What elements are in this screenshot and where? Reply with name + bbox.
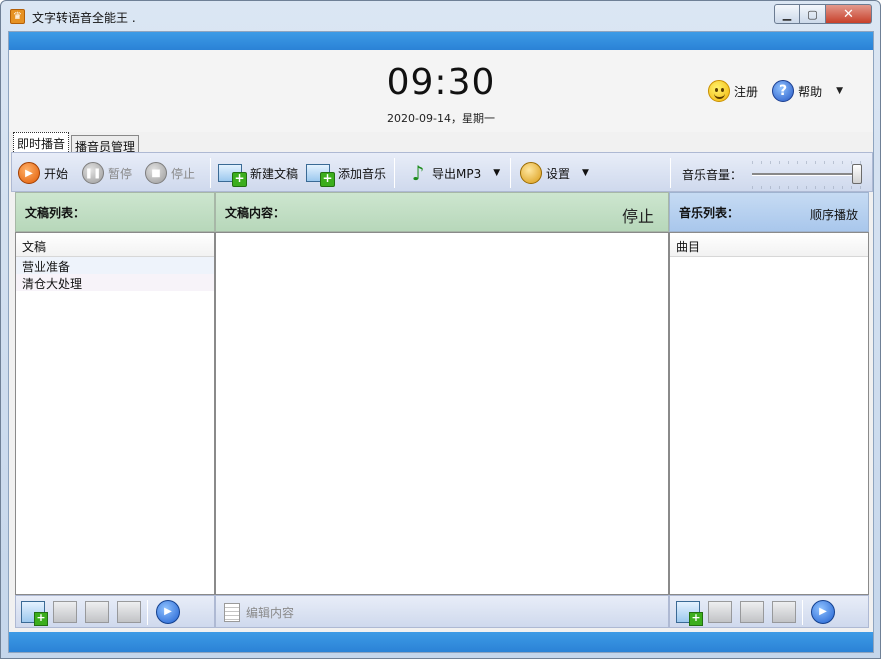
bottom-accent-strip <box>9 632 873 652</box>
tab-live-broadcast[interactable]: 即时播音 <box>13 132 70 152</box>
doc-list: 文稿 营业准备 清仓大处理 <box>15 232 215 595</box>
date-display: 2020-09-14，星期一 <box>387 112 495 125</box>
window-title: 文字转语音全能王 . <box>32 11 136 25</box>
tab-announcer-management[interactable]: 播音员管理 <box>71 135 140 154</box>
header: 09:30 2020-09-14，星期一 注册 ? 帮助 ▼ <box>9 50 873 132</box>
minimize-button[interactable]: ▁ <box>774 4 800 24</box>
crown-icon: ♛ <box>10 9 25 24</box>
help-button[interactable]: ? 帮助 ▼ <box>772 80 843 102</box>
music-list-header: 音乐列表： 顺序播放 <box>669 192 869 232</box>
play-mode-label[interactable]: 顺序播放 <box>810 206 858 223</box>
client-area: 09:30 2020-09-14，星期一 注册 ? 帮助 ▼ 即时播音 播音员管… <box>8 31 874 653</box>
maximize-button[interactable]: ▢ <box>800 4 826 24</box>
edit-content-label: 编辑内容 <box>246 606 295 620</box>
pause-button[interactable]: ❚❚ 暂停 <box>82 162 132 184</box>
playback-status: 停止 <box>621 207 654 226</box>
add-doc-icon[interactable] <box>21 601 48 626</box>
music-list: 曲目 <box>669 232 869 595</box>
list-item[interactable]: 营业准备 <box>16 257 214 274</box>
toolbar-divider <box>670 158 671 188</box>
doc-content-footer: 编辑内容 <box>215 595 669 628</box>
start-button[interactable]: ▶ 开始 <box>18 162 68 184</box>
list-item[interactable]: 清仓大处理 <box>16 274 214 291</box>
footer-divider <box>147 600 148 625</box>
main-toolbar: ▶ 开始 ❚❚ 暂停 ■ 停止 新建文稿 添加音乐 ♪ <box>11 152 873 192</box>
move-down-icon[interactable] <box>117 601 141 623</box>
settings-label: 设置 <box>546 166 571 181</box>
footer-divider <box>802 600 803 625</box>
toolbar-divider <box>394 158 395 188</box>
add-music-icon[interactable] <box>676 601 703 626</box>
stop-label: 停止 <box>171 166 196 181</box>
stop-button[interactable]: ■ 停止 <box>145 162 195 184</box>
doc-content-header: 文稿内容： 停止 <box>215 192 669 232</box>
start-label: 开始 <box>44 166 69 181</box>
close-button[interactable]: ✕ <box>826 4 872 24</box>
doc-list-column-header[interactable]: 文稿 <box>16 233 214 257</box>
doc-content-area[interactable] <box>215 232 669 595</box>
pause-icon: ❚❚ <box>82 162 104 184</box>
pause-label: 暂停 <box>108 166 133 181</box>
move-up-icon[interactable] <box>740 601 764 623</box>
settings-icon <box>520 162 542 184</box>
volume-slider-thumb[interactable] <box>852 164 862 184</box>
smiley-icon <box>708 80 731 102</box>
register-button[interactable]: 注册 <box>708 80 758 102</box>
play-icon[interactable]: ▶ <box>811 600 835 624</box>
music-note-icon: ♪ <box>411 161 425 185</box>
tab-bar: 即时播音 播音员管理 <box>13 132 141 154</box>
add-music-label: 添加音乐 <box>338 166 387 181</box>
delete-music-icon[interactable] <box>708 601 732 623</box>
toolbar-divider <box>210 158 211 188</box>
maximize-icon: ▢ <box>807 7 818 21</box>
move-down-icon[interactable] <box>772 601 796 623</box>
music-list-title: 音乐列表： <box>679 205 740 220</box>
export-label: 导出MP3 <box>432 166 482 181</box>
volume-slider-track[interactable] <box>752 173 862 176</box>
chevron-down-icon[interactable]: ▼ <box>582 168 589 178</box>
new-document-icon <box>218 164 247 187</box>
doc-list-header: 文稿列表： <box>15 192 215 232</box>
top-accent-strip <box>9 32 873 50</box>
play-icon[interactable]: ▶ <box>156 600 180 624</box>
music-list-column-header[interactable]: 曲目 <box>670 233 868 257</box>
export-mp3-button[interactable]: ♪ 导出MP3 ▼ <box>408 161 501 185</box>
play-icon: ▶ <box>18 162 40 184</box>
chevron-down-icon[interactable]: ▼ <box>493 168 500 178</box>
edit-content-button[interactable]: 编辑内容 <box>224 603 294 622</box>
window-controls: ▁ ▢ ✕ <box>774 4 872 24</box>
add-music-icon <box>306 164 335 187</box>
help-icon: ? <box>772 80 795 102</box>
new-doc-label: 新建文稿 <box>250 166 299 181</box>
help-label: 帮助 <box>798 84 823 99</box>
settings-button[interactable]: 设置 ▼ <box>520 162 589 184</box>
doc-list-footer: ▶ <box>15 595 215 628</box>
minimize-icon: ▁ <box>782 7 792 21</box>
stop-icon: ■ <box>145 162 167 184</box>
register-label: 注册 <box>734 84 759 99</box>
title-bar[interactable]: ♛ 文字转语音全能王 . ▁ ▢ ✕ <box>1 1 880 31</box>
new-doc-button[interactable]: 新建文稿 <box>218 162 299 187</box>
move-up-icon[interactable] <box>85 601 109 623</box>
doc-list-title: 文稿列表： <box>25 205 86 220</box>
doc-content-title: 文稿内容： <box>225 205 286 220</box>
add-music-button[interactable]: 添加音乐 <box>306 162 387 187</box>
document-icon <box>224 603 240 622</box>
music-list-footer: ▶ <box>669 595 869 628</box>
header-actions: 注册 ? 帮助 ▼ <box>708 80 843 102</box>
volume-label: 音乐音量： <box>682 168 743 182</box>
chevron-down-icon[interactable]: ▼ <box>836 86 843 96</box>
toolbar-divider <box>510 158 511 188</box>
close-icon: ✕ <box>843 6 854 22</box>
delete-doc-icon[interactable] <box>53 601 77 623</box>
app-window: ♛ 文字转语音全能王 . ▁ ▢ ✕ 09:30 2020-09-14，星期一 … <box>0 0 881 659</box>
